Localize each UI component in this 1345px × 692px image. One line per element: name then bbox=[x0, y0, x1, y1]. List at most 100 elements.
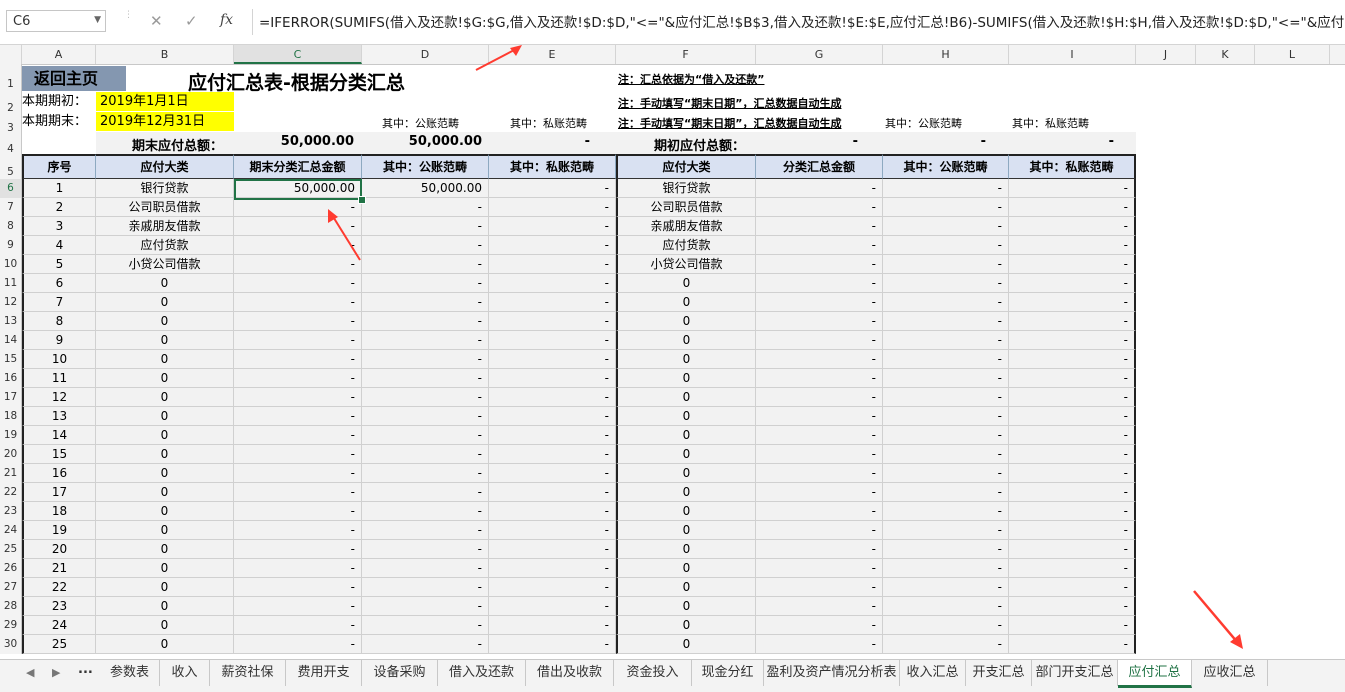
fx-icon[interactable]: fx bbox=[220, 12, 233, 28]
table-cell-public-right[interactable]: - bbox=[883, 293, 1009, 312]
sheet-tab[interactable]: 借入及还款 bbox=[438, 660, 526, 686]
table-cell-public-right[interactable]: - bbox=[883, 559, 1009, 578]
table-cell-public[interactable]: - bbox=[362, 616, 489, 635]
table-cell-seq[interactable]: 9 bbox=[22, 331, 96, 350]
formula-input[interactable]: =IFERROR(SUMIFS(借入及还款!$G:$G,借入及还款!$D:$D,… bbox=[252, 9, 1345, 35]
row-header[interactable]: 11 bbox=[0, 274, 22, 293]
sheet-tab[interactable]: 资金投入 bbox=[614, 660, 692, 686]
table-cell-public[interactable]: - bbox=[362, 407, 489, 426]
table-cell-category-right[interactable]: 0 bbox=[616, 331, 756, 350]
table-cell-public[interactable]: - bbox=[362, 426, 489, 445]
row-header[interactable]: 15 bbox=[0, 350, 22, 369]
table-cell-public[interactable]: - bbox=[362, 597, 489, 616]
sheet-tab[interactable]: 收入 bbox=[160, 660, 210, 686]
table-cell-category[interactable]: 0 bbox=[96, 597, 234, 616]
table-cell-category-right[interactable]: 小贷公司借款 bbox=[616, 255, 756, 274]
table-cell-public-right[interactable]: - bbox=[883, 350, 1009, 369]
table-cell-seq[interactable]: 15 bbox=[22, 445, 96, 464]
table-cell-category-right[interactable]: 0 bbox=[616, 407, 756, 426]
table-cell-public-right[interactable]: - bbox=[883, 312, 1009, 331]
row-header[interactable]: 16 bbox=[0, 369, 22, 388]
row-header[interactable]: 28 bbox=[0, 597, 22, 616]
table-cell-private[interactable]: - bbox=[489, 483, 616, 502]
table-cell-amount-right[interactable]: - bbox=[756, 255, 883, 274]
table-cell-private-right[interactable]: - bbox=[1009, 198, 1136, 217]
row-header[interactable]: 13 bbox=[0, 312, 22, 331]
tab-more-icon[interactable]: ... bbox=[78, 662, 93, 677]
table-cell-public[interactable]: - bbox=[362, 464, 489, 483]
table-cell-category[interactable]: 0 bbox=[96, 635, 234, 654]
table-cell-category[interactable]: 0 bbox=[96, 407, 234, 426]
table-cell-category[interactable]: 0 bbox=[96, 331, 234, 350]
table-cell-public[interactable]: - bbox=[362, 388, 489, 407]
table-cell-seq[interactable]: 7 bbox=[22, 293, 96, 312]
column-header-l[interactable]: L bbox=[1255, 45, 1330, 64]
table-cell-seq[interactable]: 22 bbox=[22, 578, 96, 597]
table-cell-public-right[interactable]: - bbox=[883, 331, 1009, 350]
table-cell-end-amount[interactable]: - bbox=[234, 521, 362, 540]
table-cell-private-right[interactable]: - bbox=[1009, 635, 1136, 654]
table-cell-end-amount[interactable]: - bbox=[234, 255, 362, 274]
table-cell-public[interactable]: - bbox=[362, 483, 489, 502]
table-cell-private[interactable]: - bbox=[489, 616, 616, 635]
table-cell-amount-right[interactable]: - bbox=[756, 350, 883, 369]
sheet-tab[interactable]: 借出及收款 bbox=[526, 660, 614, 686]
table-cell-private-right[interactable]: - bbox=[1009, 464, 1136, 483]
period-start-field[interactable]: 2019年1月1日 bbox=[96, 92, 234, 111]
table-cell-category-right[interactable]: 0 bbox=[616, 502, 756, 521]
table-cell-amount-right[interactable]: - bbox=[756, 483, 883, 502]
table-cell-end-amount[interactable]: - bbox=[234, 293, 362, 312]
table-cell-public-right[interactable]: - bbox=[883, 597, 1009, 616]
table-cell-end-amount[interactable]: - bbox=[234, 540, 362, 559]
table-cell-end-amount[interactable]: - bbox=[234, 274, 362, 293]
name-box[interactable]: C6 ▼ bbox=[6, 10, 106, 32]
table-cell-seq[interactable]: 25 bbox=[22, 635, 96, 654]
table-cell-category[interactable]: 0 bbox=[96, 464, 234, 483]
table-cell-private[interactable]: - bbox=[489, 274, 616, 293]
table-cell-private[interactable]: - bbox=[489, 312, 616, 331]
row-header[interactable]: 4 bbox=[0, 132, 22, 155]
table-cell-seq[interactable]: 4 bbox=[22, 236, 96, 255]
row-header[interactable]: 29 bbox=[0, 616, 22, 635]
table-cell-private-right[interactable]: - bbox=[1009, 350, 1136, 369]
table-cell-private-right[interactable]: - bbox=[1009, 293, 1136, 312]
table-cell-private-right[interactable]: - bbox=[1009, 483, 1136, 502]
table-cell-private-right[interactable]: - bbox=[1009, 597, 1136, 616]
table-cell-private[interactable]: - bbox=[489, 236, 616, 255]
table-cell-public-right[interactable]: - bbox=[883, 217, 1009, 236]
table-cell-public-right[interactable]: - bbox=[883, 616, 1009, 635]
table-cell-public[interactable]: - bbox=[362, 255, 489, 274]
table-cell-amount-right[interactable]: - bbox=[756, 179, 883, 198]
column-header-f[interactable]: F bbox=[616, 45, 756, 64]
table-cell-amount-right[interactable]: - bbox=[756, 198, 883, 217]
table-cell-amount-right[interactable]: - bbox=[756, 293, 883, 312]
table-cell-public-right[interactable]: - bbox=[883, 407, 1009, 426]
table-cell-seq[interactable]: 19 bbox=[22, 521, 96, 540]
table-cell-private-right[interactable]: - bbox=[1009, 331, 1136, 350]
table-cell-category-right[interactable]: 0 bbox=[616, 350, 756, 369]
table-cell-end-amount[interactable]: - bbox=[234, 464, 362, 483]
table-cell-seq[interactable]: 1 bbox=[22, 179, 96, 198]
column-header-h[interactable]: H bbox=[883, 45, 1009, 64]
sheet-tab[interactable]: 薪资社保 bbox=[210, 660, 286, 686]
table-cell-amount-right[interactable]: - bbox=[756, 312, 883, 331]
table-cell-seq[interactable]: 20 bbox=[22, 540, 96, 559]
table-cell-category[interactable]: 0 bbox=[96, 369, 234, 388]
table-cell-private-right[interactable]: - bbox=[1009, 255, 1136, 274]
table-cell-private[interactable]: - bbox=[489, 445, 616, 464]
table-cell-private[interactable]: - bbox=[489, 578, 616, 597]
table-cell-public-right[interactable]: - bbox=[883, 635, 1009, 654]
table-cell-category[interactable]: 0 bbox=[96, 502, 234, 521]
sheet-tab[interactable]: 应付汇总 bbox=[1118, 660, 1192, 688]
row-header[interactable]: 24 bbox=[0, 521, 22, 540]
table-cell-amount-right[interactable]: - bbox=[756, 274, 883, 293]
sheet-tab[interactable]: 开支汇总 bbox=[966, 660, 1032, 686]
table-cell-public-right[interactable]: - bbox=[883, 179, 1009, 198]
column-header-d[interactable]: D bbox=[362, 45, 489, 64]
table-cell-seq[interactable]: 21 bbox=[22, 559, 96, 578]
table-cell-category[interactable]: 0 bbox=[96, 350, 234, 369]
table-cell-category[interactable]: 0 bbox=[96, 293, 234, 312]
table-cell-public-right[interactable]: - bbox=[883, 578, 1009, 597]
table-cell-category[interactable]: 0 bbox=[96, 426, 234, 445]
table-cell-amount-right[interactable]: - bbox=[756, 236, 883, 255]
